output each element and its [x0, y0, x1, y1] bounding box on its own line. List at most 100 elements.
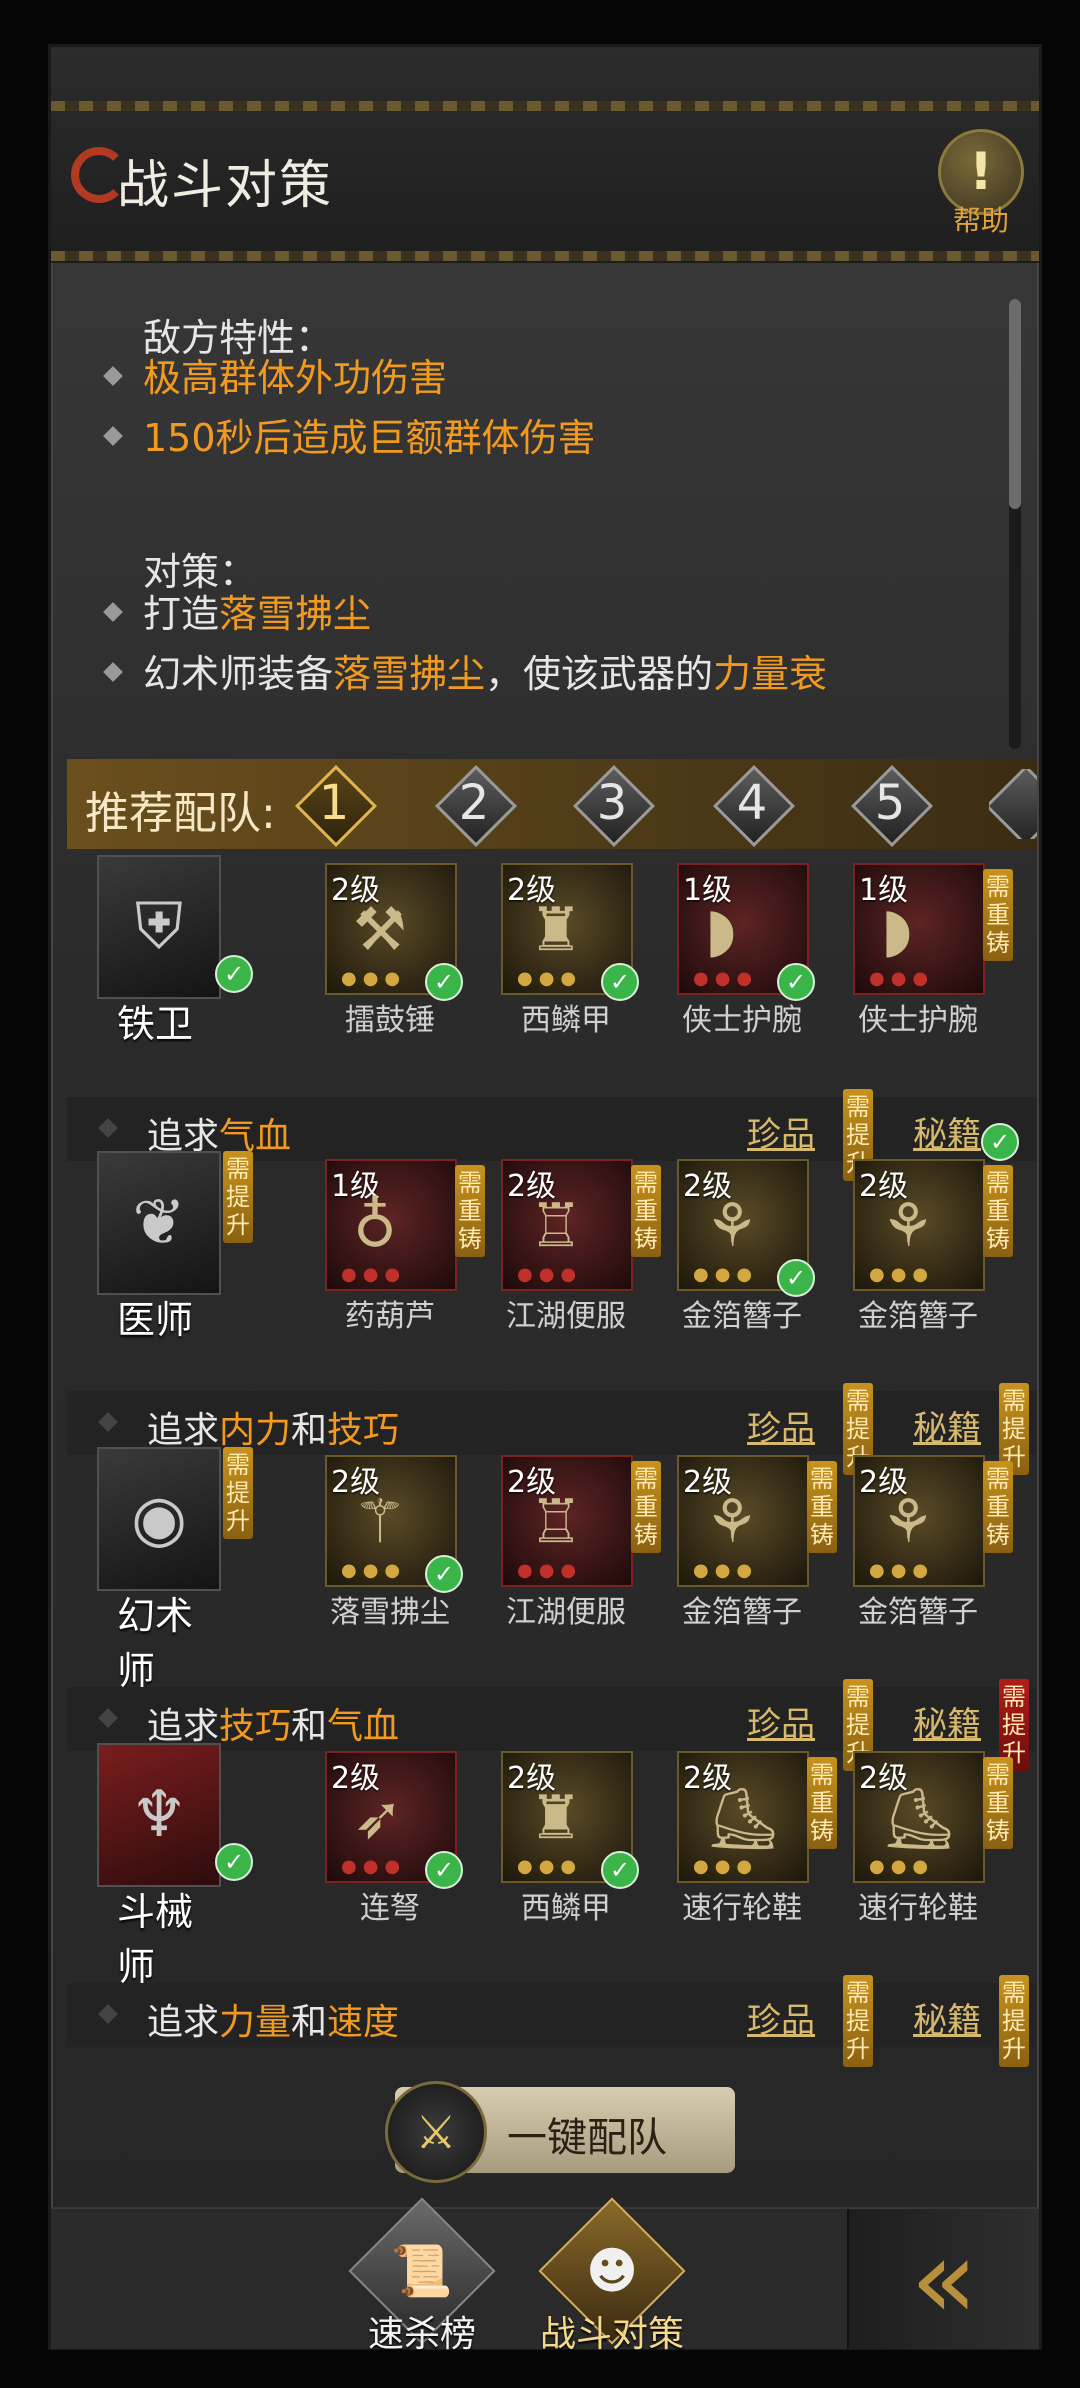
item-name: 药葫芦: [345, 1299, 435, 1334]
team-tab-5[interactable]: 5: [850, 764, 934, 848]
team-tab-2[interactable]: 2: [434, 764, 518, 848]
rank-dots: ●●●: [517, 968, 583, 989]
diamond-icon: [98, 1708, 118, 1728]
pursue-row-illusionist: 追求技巧和气血 珍品 需提升 秘籍 需提升: [67, 1679, 1037, 1771]
strategy-panel: 战斗对策 ! 帮助 敌方特性： 极高群体外功伤害 150秒后造成巨额群体伤害 对…: [48, 44, 1042, 2355]
bullet-icon: [103, 602, 123, 622]
item-slot[interactable]: 2级 ♜ ●●● ✓ 西鳞甲: [501, 863, 639, 1038]
diamond-icon: [98, 1412, 118, 1432]
item-slot[interactable]: 2级 ⚘ ●●● 需重铸 金箔簪子: [677, 1455, 837, 1630]
armor-icon: ♜: [529, 895, 583, 965]
item-slot[interactable]: 2级 ⛸ ●●● 需重铸 速行轮鞋: [853, 1751, 1013, 1926]
tab-label: 速杀榜: [367, 2314, 476, 2355]
item-name: 侠士护腕: [858, 1003, 978, 1038]
role-illusionist[interactable]: ◉ 需提升 幻术师: [97, 1447, 253, 1693]
tab-battle-strategy[interactable]: ☻ 战斗对策: [537, 2197, 687, 2355]
treasure-link[interactable]: 珍品: [747, 1993, 815, 2042]
check-icon: ✓: [215, 1843, 253, 1881]
role-name: 医师: [117, 1298, 194, 1342]
team-tab-number: 4: [736, 775, 768, 831]
diamond-icon: [98, 1118, 118, 1138]
rank-dots: ●●●: [341, 1856, 407, 1877]
treasure-link[interactable]: 珍品: [747, 1697, 815, 1746]
team-tab-4[interactable]: 4: [712, 764, 796, 848]
need-upgrade-badge: 需提升: [223, 1447, 253, 1539]
strategy-text: ，使该武器的: [485, 652, 714, 696]
treasure-link[interactable]: 珍品: [747, 1107, 815, 1156]
info-scrollbar[interactable]: [1009, 299, 1021, 749]
role-guard[interactable]: ⛨ ✓ 铁卫: [97, 855, 253, 1050]
item-slot[interactable]: 2级 ⚘ ●●● 需重铸 金箔簪子: [853, 1159, 1013, 1334]
item-slot[interactable]: 2级 ➶ ●●● ✓ 连弩: [325, 1751, 463, 1926]
rank-dots: ●●●: [693, 1560, 759, 1581]
shield-sword-icon: ⚔: [385, 2081, 487, 2183]
strategy-highlight: 力量衰: [713, 652, 828, 696]
need-recast-badge: 需重铸: [983, 1165, 1013, 1257]
role-name: 幻术师: [117, 1594, 194, 1693]
need-recast-badge: 需重铸: [631, 1461, 661, 1553]
team-tab-1[interactable]: 1: [294, 764, 378, 848]
title-trim-bottom: [51, 251, 1039, 261]
one-key-team-button[interactable]: ⚔ 一键配队: [385, 2081, 735, 2183]
tab-speed-kill-ranking[interactable]: 📜 速杀榜: [347, 2197, 497, 2355]
help-button[interactable]: ! 帮助: [933, 129, 1029, 239]
treasure-link[interactable]: 珍品: [747, 1401, 815, 1450]
armor-icon: ♜: [529, 1783, 583, 1853]
enemy-trait-2: 150秒后造成巨额群体伤害: [143, 416, 596, 460]
need-recast-badge: 需重铸: [983, 1461, 1013, 1553]
need-recast-badge: 需重铸: [807, 1757, 837, 1849]
team-tab-3[interactable]: 3: [572, 764, 656, 848]
whisk-icon: ⚚: [353, 1487, 407, 1557]
need-recast-badge: 需重铸: [983, 869, 1013, 961]
item-slot[interactable]: 1级 ◗ ●●● 需重铸 侠士护腕: [853, 863, 1013, 1038]
manual-link[interactable]: 秘籍: [913, 1401, 981, 1450]
scrollbar-thumb[interactable]: [1009, 299, 1021, 509]
rank-dots: ●●●: [517, 1560, 583, 1581]
strategy-text: 打造: [143, 592, 220, 636]
back-chevron-icon[interactable]: «: [847, 2209, 1039, 2349]
manual-link[interactable]: 秘籍: [913, 1697, 981, 1746]
recommend-bar: 推荐配队: 1 2 3 4 5: [67, 759, 1037, 849]
item-slot[interactable]: 2级 ⚘ ●●● ✓ 金箔簪子: [677, 1159, 815, 1334]
eye-icon: ◉: [97, 1447, 221, 1591]
team-tab-more[interactable]: [989, 769, 1037, 839]
manual-link[interactable]: 秘籍: [913, 1993, 981, 2042]
bracer-icon: ◗: [705, 895, 737, 965]
role-row-healer: ❦ 需提升 医师 1级 ♁ ●●● 需重铸 药葫芦 2级 ♖ ●●● 需重铸 江湖便服 …: [67, 1151, 1037, 1351]
rank-dots: ●●●: [341, 1560, 407, 1581]
role-name: 斗械师: [117, 1890, 194, 1989]
item-slot[interactable]: 1级 ◗ ●●● ✓ 侠士护腕: [677, 863, 815, 1038]
item-slot[interactable]: 2级 ♖ ●●● 需重铸 江湖便服: [501, 1455, 661, 1630]
item-slot[interactable]: 2级 ⛸ ●●● 需重铸 速行轮鞋: [677, 1751, 837, 1926]
shield-icon: ⛨: [97, 855, 221, 999]
leaf-icon: ❦: [97, 1151, 221, 1295]
title-trim-top: [51, 101, 1039, 111]
item-slot[interactable]: 2级 ⚘ ●●● 需重铸 金箔簪子: [853, 1455, 1013, 1630]
blades-icon: ♆: [97, 1743, 221, 1887]
strategy-highlight: 落雪拂尘: [219, 592, 372, 636]
role-name: 铁卫: [117, 1002, 194, 1046]
item-name: 西鳞甲: [521, 1003, 611, 1038]
need-upgrade-badge: 需提升: [999, 1975, 1029, 2067]
rank-dots: ●●●: [517, 1264, 583, 1285]
item-name: 擂鼓锤: [345, 1003, 435, 1038]
rank-dots: ●●●: [341, 1264, 407, 1285]
check-icon: ✓: [215, 955, 253, 993]
bullet-icon: [103, 426, 123, 446]
role-mechanist[interactable]: ♆ ✓ 斗械师: [97, 1743, 253, 1989]
item-slot[interactable]: 2级 ⚒ ●●● ✓ 擂鼓锤: [325, 863, 463, 1038]
gourd-icon: ♁: [353, 1191, 397, 1261]
rank-dots: ●●●: [693, 968, 759, 989]
item-slot[interactable]: 2级 ♜ ●●● ✓ 西鳞甲: [501, 1751, 639, 1926]
diamond-icon: [98, 2004, 118, 2024]
team-tab-number: 2: [458, 775, 490, 831]
item-slot[interactable]: 1级 ♁ ●●● 需重铸 药葫芦: [325, 1159, 485, 1334]
item-slot[interactable]: 2级 ⚚ ●●● ✓ 落雪拂尘: [325, 1455, 463, 1630]
item-slot[interactable]: 2级 ♖ ●●● 需重铸 江湖便服: [501, 1159, 661, 1334]
strategy-text: 幻术师装备: [143, 652, 334, 696]
title-bar: 战斗对策 ! 帮助: [51, 47, 1039, 263]
manual-link[interactable]: 秘籍: [913, 1107, 981, 1156]
strategy-line-1: 打造落雪拂尘: [143, 583, 371, 638]
role-healer[interactable]: ❦ 需提升 医师: [97, 1151, 253, 1346]
pursue-text: 追求内力和技巧: [147, 1410, 400, 1451]
